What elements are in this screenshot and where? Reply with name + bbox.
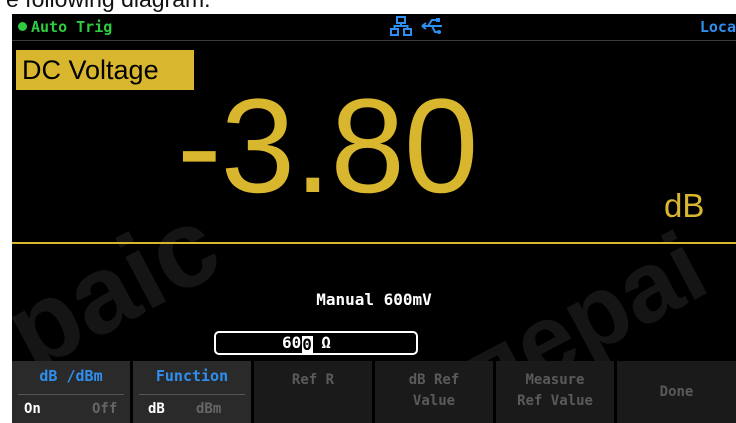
softkey-ref-r[interactable]: Ref R — [254, 361, 375, 423]
usb-icon — [420, 16, 444, 41]
remote-status: Loca — [699, 18, 736, 36]
softkey-db-ref-label-2: Value — [412, 393, 456, 409]
option-dbm: dBm — [196, 401, 222, 417]
multimeter-screen: раіс пераі Auto Trig Loca DC Voltage -3.… — [12, 14, 736, 423]
main-reading: -3.80 — [177, 72, 478, 221]
softkey-db-ref-label-1: dB Ref — [408, 372, 460, 388]
ref-value-text: 60 — [282, 333, 302, 352]
document-caption: e following diagram. — [0, 0, 736, 14]
softkey-measure-label-1: Measure — [525, 372, 585, 388]
softkey-db-dbm[interactable]: dB /dBm On Off — [12, 361, 133, 423]
softkey-ref-r-label: Ref R — [291, 372, 335, 388]
softkey-bar: dB /dBm On Off Function dB dBm Ref R dB … — [12, 361, 736, 423]
network-icon — [390, 16, 412, 41]
softkey-db-ref-value[interactable]: dB Ref Value — [375, 361, 496, 423]
reading-unit: dB — [664, 187, 705, 224]
option-off: Off — [92, 401, 118, 417]
ohm-unit: Ω — [321, 333, 331, 352]
softkey-separator — [139, 394, 245, 395]
softkey-done-label: Done — [659, 384, 694, 400]
function-label: DC Voltage — [16, 50, 194, 90]
status-bar: Auto Trig Loca — [12, 14, 736, 41]
softkey-measure-ref-value[interactable]: Measure Ref Value — [496, 361, 617, 423]
option-on: On — [24, 401, 41, 417]
trigger-label: Auto Trig — [31, 18, 113, 36]
softkey-db-dbm-label: dB /dBm — [39, 367, 103, 385]
softkey-separator — [18, 394, 124, 395]
connection-icons — [390, 16, 444, 38]
softkey-done[interactable]: Done — [617, 361, 736, 423]
range-label: Manual 600mV — [316, 290, 432, 309]
trigger-status: Auto Trig — [18, 18, 112, 36]
softkey-function[interactable]: Function dB dBm — [133, 361, 254, 423]
display-divider — [12, 242, 736, 244]
option-db: dB — [148, 401, 165, 417]
trigger-indicator-icon — [18, 22, 27, 31]
ref-resistance-input[interactable]: 600 Ω — [214, 331, 418, 355]
softkey-function-label: Function — [155, 367, 229, 385]
edit-cursor: 0 — [302, 335, 314, 354]
softkey-measure-label-2: Ref Value — [517, 393, 593, 409]
